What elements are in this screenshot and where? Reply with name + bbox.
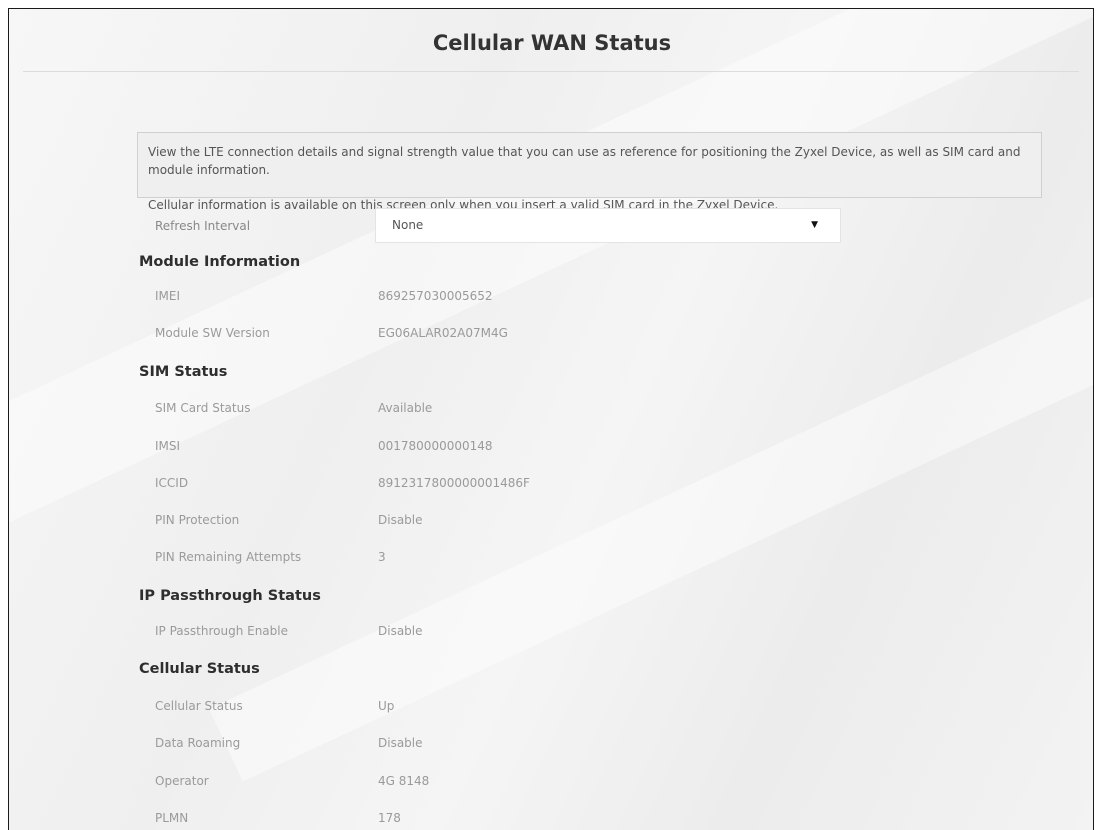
info-box: View the LTE connection details and sign… xyxy=(137,132,1042,212)
sim-card-status-value: Available xyxy=(378,401,433,415)
section-heading-ip-passthrough: IP Passthrough Status xyxy=(139,588,321,604)
data-roaming-label: Data Roaming xyxy=(155,736,241,750)
title-divider xyxy=(23,71,1079,72)
section-heading-module: Module Information xyxy=(139,254,301,270)
refresh-interval-label: Refresh Interval xyxy=(155,219,251,233)
plmn-value: 178 xyxy=(378,811,401,825)
imei-value: 869257030005652 xyxy=(378,289,493,303)
operator-label: Operator xyxy=(155,774,209,788)
pin-remaining-attempts-value: 3 xyxy=(378,550,386,564)
imsi-label: IMSI xyxy=(155,439,181,453)
cellular-wan-status-panel: Cellular WAN Status View the LTE connect… xyxy=(8,8,1094,830)
iccid-label: ICCID xyxy=(155,476,189,490)
pin-protection-label: PIN Protection xyxy=(155,513,240,527)
info-text: View the LTE connection details and sign… xyxy=(148,145,1021,177)
pin-protection-value: Disable xyxy=(378,513,423,527)
iccid-value: 8912317800000001486F xyxy=(378,476,530,490)
ip-passthrough-enable-value: Disable xyxy=(378,624,423,638)
module-sw-version-value: EG06ALAR02A07M4G xyxy=(378,326,508,340)
plmn-label: PLMN xyxy=(155,811,189,825)
operator-value: 4G 8148 xyxy=(378,774,430,788)
pin-remaining-attempts-label: PIN Remaining Attempts xyxy=(155,550,302,564)
cellular-status-label: Cellular Status xyxy=(155,699,243,713)
section-heading-cellular: Cellular Status xyxy=(139,661,260,677)
ip-passthrough-enable-label: IP Passthrough Enable xyxy=(155,624,288,638)
data-roaming-value: Disable xyxy=(378,736,423,750)
refresh-interval-select[interactable]: None ▼ xyxy=(375,208,841,243)
cellular-status-value: Up xyxy=(378,699,395,713)
imei-label: IMEI xyxy=(155,289,181,303)
page-title: Cellular WAN Status xyxy=(432,31,672,55)
module-sw-version-label: Module SW Version xyxy=(155,326,270,340)
refresh-interval-value: None xyxy=(392,218,424,232)
screenshot-frame: Cellular WAN Status View the LTE connect… xyxy=(0,0,1097,830)
section-heading-sim: SIM Status xyxy=(139,364,228,380)
sim-card-status-label: SIM Card Status xyxy=(155,401,251,415)
dropdown-arrow-icon: ▼ xyxy=(811,220,818,230)
imsi-value: 001780000000148 xyxy=(378,439,493,453)
